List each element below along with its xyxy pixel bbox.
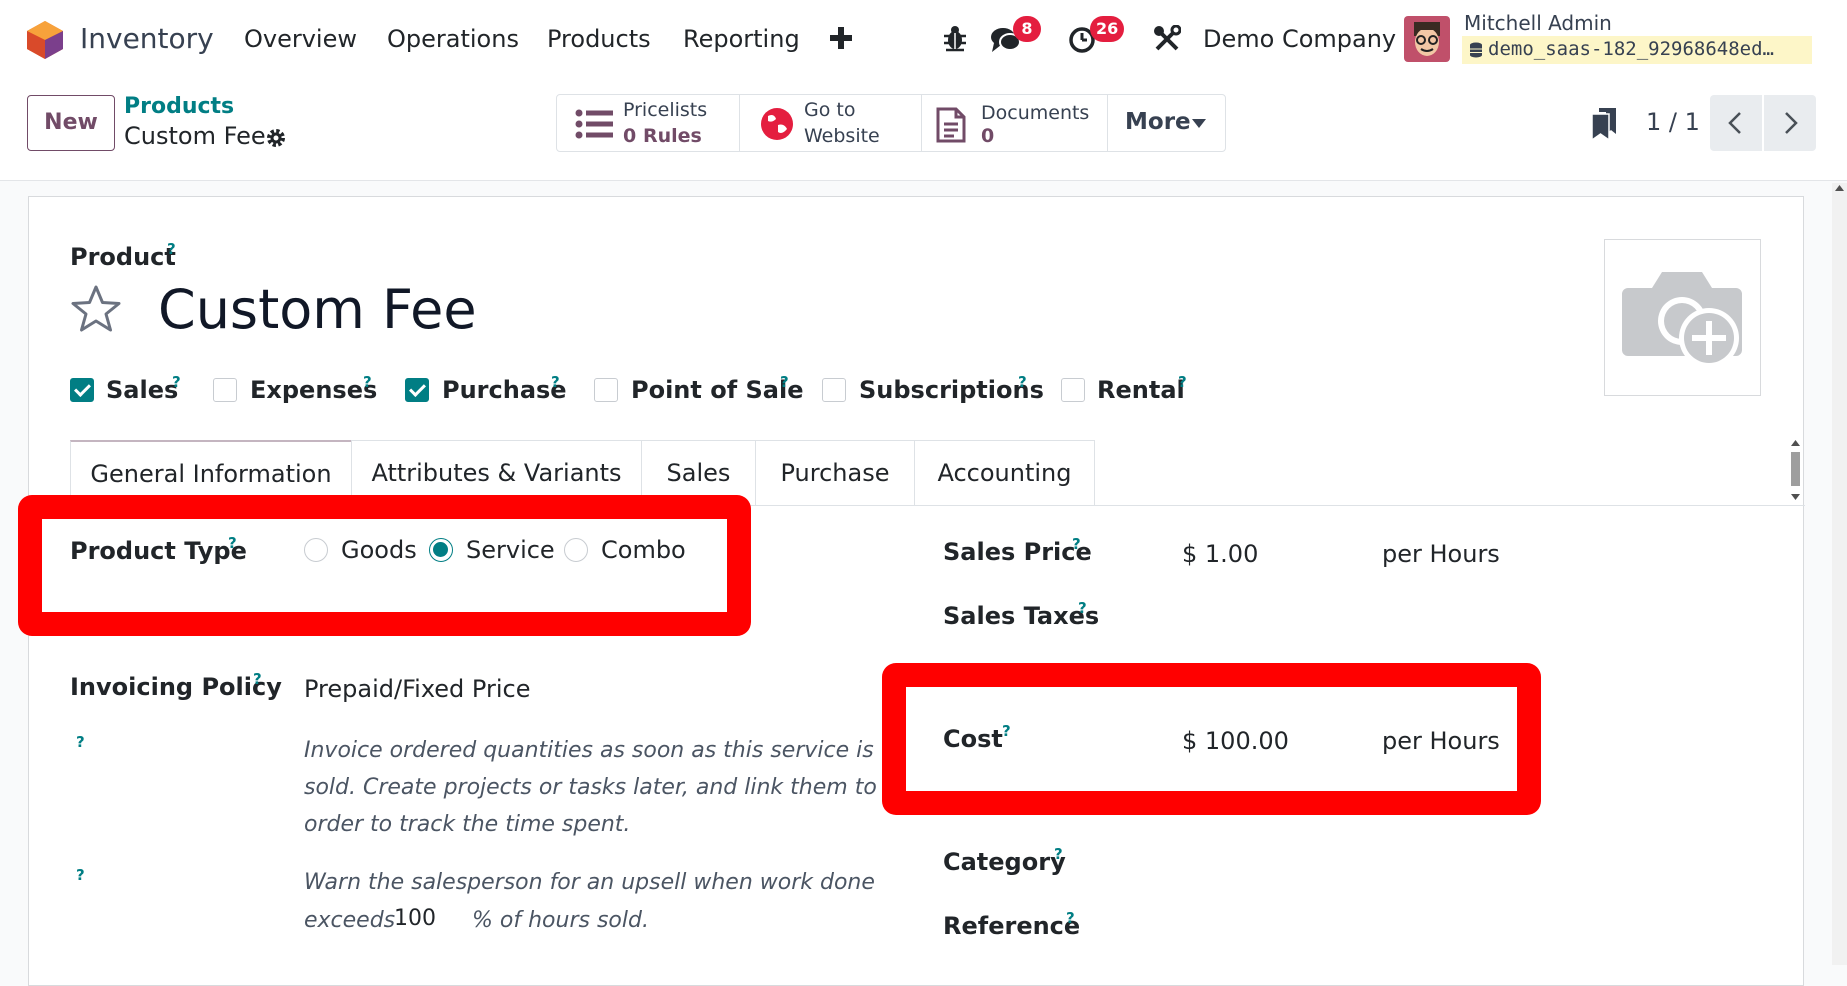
- new-button[interactable]: New: [27, 95, 115, 151]
- expenses-checkbox[interactable]: [213, 378, 237, 402]
- product-name[interactable]: Custom Fee: [158, 278, 477, 341]
- product-help[interactable]: ?: [167, 240, 176, 258]
- upsell-text-suffix: % of hours sold.: [472, 908, 649, 933]
- inner-scroll-up-icon[interactable]: [1791, 440, 1800, 446]
- inner-scroll-down-icon[interactable]: [1791, 494, 1800, 500]
- sales-checkbox[interactable]: [70, 378, 94, 402]
- documents-count: 0: [981, 125, 995, 147]
- menu-products[interactable]: Products: [547, 25, 651, 53]
- go-to-website-button[interactable]: Go to Website: [739, 94, 922, 152]
- app-name[interactable]: Inventory: [80, 22, 214, 55]
- pricelists-label: Pricelists: [623, 99, 708, 121]
- invoicing-policy-label: Invoicing Policy: [70, 673, 282, 701]
- control-panel: New Products Custom Fee Pricelists 0 Rul…: [0, 80, 1847, 181]
- category-label: Category: [943, 848, 1066, 876]
- rental-checkbox[interactable]: [1061, 378, 1085, 402]
- rental-checkbox-label: Rental: [1097, 376, 1185, 404]
- sales-taxes-label: Sales Taxes: [943, 602, 1100, 630]
- invoicing-policy-help[interactable]: ?: [253, 670, 262, 688]
- messages-badge: 8: [1013, 16, 1041, 42]
- settings-tools-icon[interactable]: [1153, 25, 1181, 53]
- website-label-line1: Go to: [804, 99, 856, 121]
- point-of-sale-help[interactable]: ?: [780, 373, 789, 391]
- company-switcher[interactable]: Demo Company: [1203, 25, 1396, 53]
- camera-plus-icon: [1622, 272, 1742, 368]
- point-of-sale-checkbox[interactable]: [594, 378, 618, 402]
- top-navbar: Inventory Overview Operations Products R…: [0, 0, 1847, 80]
- pricelists-count: 0: [623, 125, 637, 147]
- invoice-help[interactable]: ?: [76, 733, 85, 751]
- pricelists-stat-button[interactable]: Pricelists 0 Rules: [556, 94, 740, 152]
- database-badge: demo_saas-182_92968648ed…: [1462, 36, 1812, 64]
- menu-reporting[interactable]: Reporting: [683, 25, 800, 53]
- breadcrumb-current: Custom Fee: [124, 122, 266, 150]
- list-icon: [575, 109, 613, 139]
- globe-icon: [761, 108, 793, 140]
- expenses-help[interactable]: ?: [363, 373, 372, 391]
- debug-bug-icon[interactable]: [942, 24, 968, 52]
- breadcrumb-products-link[interactable]: Products: [124, 94, 234, 119]
- subscriptions-checkbox-label: Subscriptions: [859, 376, 1044, 404]
- product-field-label: Product: [70, 243, 176, 271]
- database-icon: [1470, 42, 1482, 58]
- app-logo-icon[interactable]: [27, 21, 63, 59]
- documents-stat-button[interactable]: Documents 0: [921, 94, 1108, 152]
- document-icon: [936, 107, 966, 143]
- subscriptions-checkbox[interactable]: [822, 378, 846, 402]
- more-label: More: [1125, 109, 1191, 135]
- purchase-help[interactable]: ?: [551, 373, 560, 391]
- sales-checkbox-label: Sales: [106, 376, 179, 404]
- pricelists-rules-label: Rules: [643, 125, 702, 147]
- inner-scrollbar[interactable]: [1789, 440, 1802, 502]
- product-image-placeholder[interactable]: [1604, 239, 1761, 396]
- cost-highlight-box: [882, 663, 1541, 815]
- invoicing-policy-help-text: Invoice ordered quantities as soon as th…: [304, 738, 877, 837]
- page-scrollbar[interactable]: [1832, 183, 1847, 965]
- tab-purchase[interactable]: Purchase: [755, 440, 915, 506]
- website-label-line2: Website: [804, 125, 880, 147]
- scroll-up-icon[interactable]: [1835, 185, 1844, 191]
- upsell-text-line1: Warn the salesperson for an upsell when …: [304, 870, 875, 895]
- reference-help[interactable]: ?: [1066, 909, 1075, 927]
- database-name: demo_saas-182_92968648ed…: [1488, 38, 1774, 60]
- caret-down-icon: [1192, 119, 1206, 128]
- invoicing-policy-value[interactable]: Prepaid/Fixed Price: [304, 675, 530, 703]
- sales-price-help[interactable]: ?: [1072, 535, 1081, 553]
- menu-overview[interactable]: Overview: [244, 25, 357, 53]
- favorite-star-icon[interactable]: [70, 284, 122, 334]
- user-avatar[interactable]: [1404, 16, 1450, 62]
- upsell-text-prefix: exceeds: [304, 908, 396, 933]
- plus-icon[interactable]: [830, 27, 852, 49]
- sales-price-label: Sales Price: [943, 538, 1092, 566]
- activities-badge: 26: [1090, 16, 1125, 42]
- pager-value[interactable]: 1 / 1: [1646, 108, 1700, 136]
- sales-taxes-help[interactable]: ?: [1078, 599, 1087, 617]
- more-stat-button[interactable]: More: [1107, 94, 1226, 152]
- menu-operations[interactable]: Operations: [387, 25, 519, 53]
- subscriptions-help[interactable]: ?: [1018, 373, 1027, 391]
- sales-price-value[interactable]: $ 1.00: [1182, 540, 1258, 568]
- user-name[interactable]: Mitchell Admin: [1464, 11, 1612, 35]
- tab-accounting[interactable]: Accounting: [914, 440, 1095, 506]
- upsell-threshold-input[interactable]: 100: [394, 906, 436, 931]
- inner-scroll-thumb[interactable]: [1791, 452, 1800, 486]
- point-of-sale-checkbox-label: Point of Sale: [631, 376, 804, 404]
- chevron-right-icon: [1785, 112, 1798, 134]
- rental-help[interactable]: ?: [1178, 373, 1187, 391]
- chevron-left-icon: [1728, 112, 1741, 134]
- sales-help[interactable]: ?: [172, 373, 181, 391]
- gear-icon[interactable]: [265, 127, 287, 149]
- bookmarks-icon[interactable]: [1592, 108, 1616, 140]
- expenses-checkbox-label: Expenses: [250, 376, 378, 404]
- purchase-checkbox[interactable]: [405, 378, 429, 402]
- pager-previous-button[interactable]: [1710, 95, 1762, 151]
- reference-label: Reference: [943, 912, 1081, 940]
- sales-price-unit: per Hours: [1382, 540, 1500, 568]
- documents-label: Documents: [981, 102, 1090, 124]
- product-type-highlight-box: [18, 495, 751, 636]
- upsell-help[interactable]: ?: [76, 866, 85, 884]
- purchase-checkbox-label: Purchase: [442, 376, 567, 404]
- category-help[interactable]: ?: [1054, 845, 1063, 863]
- pager-next-button[interactable]: [1764, 95, 1816, 151]
